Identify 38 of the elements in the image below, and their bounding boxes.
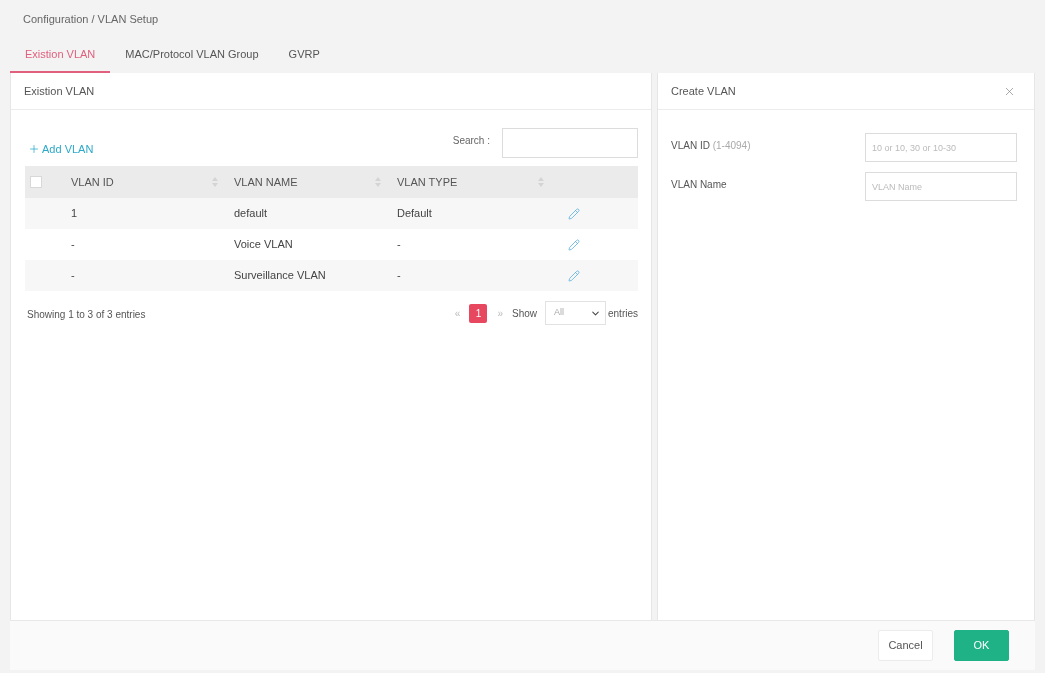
edit-pencil-icon[interactable] bbox=[568, 238, 580, 251]
page-size-select[interactable]: All bbox=[545, 301, 606, 325]
table-cell-text: Surveillance VLAN bbox=[234, 268, 326, 284]
next-page-link[interactable]: » bbox=[497, 305, 503, 321]
previous-page-link[interactable]: « bbox=[454, 305, 461, 321]
table-cell-text: - bbox=[71, 237, 75, 253]
search-label: Search : bbox=[452, 133, 490, 148]
ok-button[interactable]: OK bbox=[954, 630, 1009, 661]
input-field[interactable]: VLAN Name bbox=[865, 172, 1017, 201]
table-cell-text: 1 bbox=[71, 206, 78, 222]
panel-title: Existion VLAN bbox=[24, 83, 95, 99]
field-label: VLAN ID (1-4094) bbox=[671, 139, 751, 153]
add-button[interactable]: Add VLAN bbox=[25, 140, 94, 158]
input-field[interactable]: 10 or 10, 30 or 10-30 bbox=[865, 133, 1017, 162]
search-field[interactable] bbox=[502, 128, 638, 158]
show-label: Show bbox=[511, 306, 537, 321]
page-button[interactable]: 1 bbox=[469, 303, 488, 323]
tab[interactable]: GVRP bbox=[273, 36, 335, 73]
edit-pencil-icon[interactable] bbox=[568, 207, 580, 220]
entries-summary: Showing 1 to 3 of 3 entries bbox=[26, 307, 146, 322]
breadcrumb: Configuration / VLAN Setup bbox=[23, 12, 160, 26]
select-all-checkbox[interactable] bbox=[30, 176, 42, 188]
table-cell-text: - bbox=[397, 237, 401, 253]
table-cell-text: - bbox=[71, 268, 75, 284]
field-label: VLAN Name bbox=[671, 178, 727, 192]
table-cell-text: Default bbox=[397, 206, 432, 222]
cancel-button[interactable]: Cancel bbox=[878, 630, 933, 661]
panel-title: Create VLAN bbox=[671, 83, 736, 99]
edit-pencil-icon[interactable] bbox=[568, 269, 580, 282]
tab[interactable]: MAC/Protocol VLAN Group bbox=[110, 36, 274, 73]
table-cell-text: Voice VLAN bbox=[234, 237, 293, 253]
table-cell-text: - bbox=[397, 268, 401, 284]
table-cell-text: default bbox=[234, 206, 268, 222]
plus-icon bbox=[28, 142, 40, 155]
column-header[interactable]: VLAN ID bbox=[71, 173, 114, 191]
entries-label: entries bbox=[608, 306, 638, 321]
column-header[interactable]: VLAN NAME bbox=[234, 173, 298, 191]
column-header[interactable]: VLAN TYPE bbox=[397, 173, 458, 191]
